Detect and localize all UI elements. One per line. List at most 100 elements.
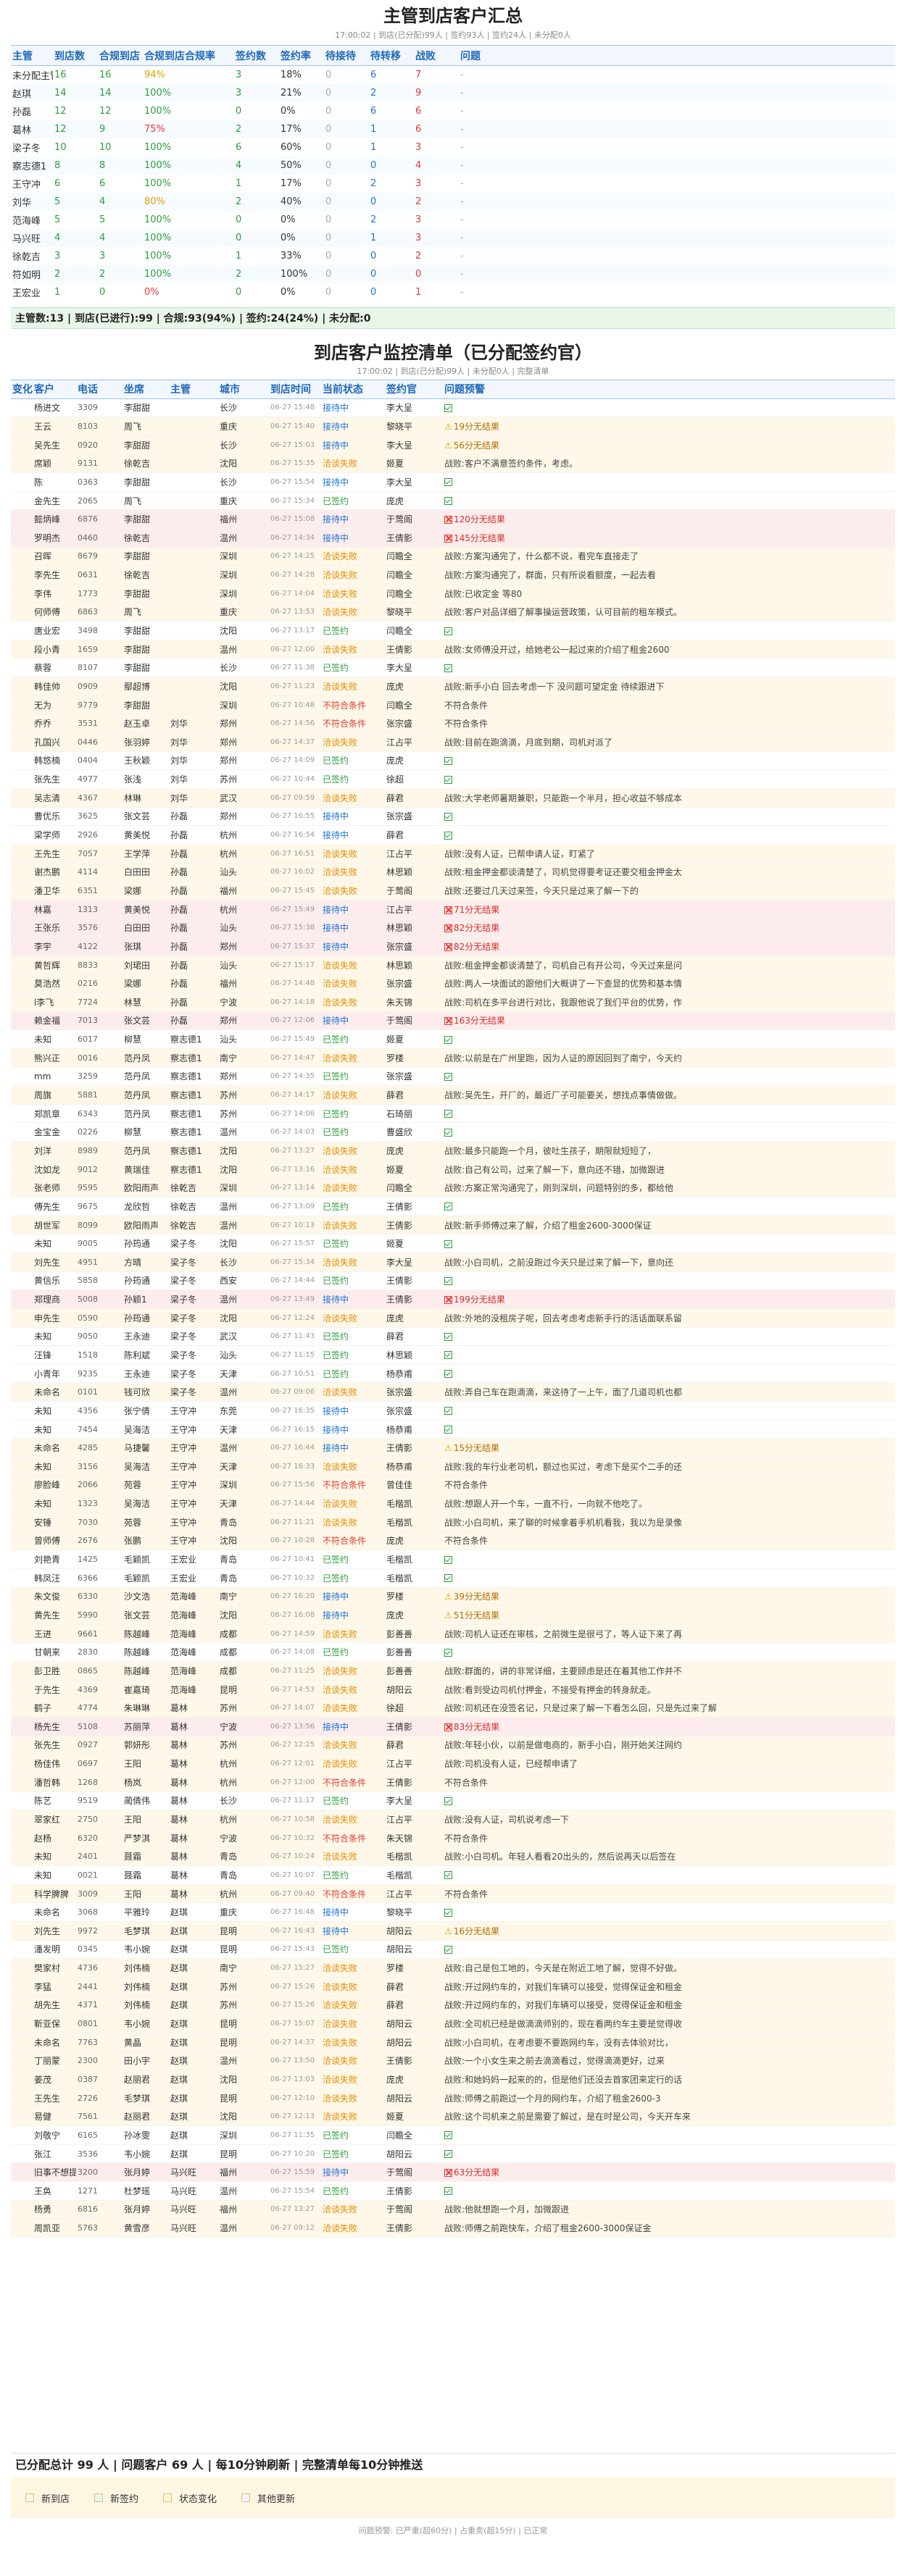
table-row: 未知 9050 王永迪 梁子冬 武汉 06-27 11:43 已签约 薛君 (11, 1327, 895, 1347)
monitor-cell: 王奂 (33, 2181, 76, 2201)
alert-text: 战败:年轻小伙，以前是做电商的，新手小白，刚开始关注网约 (444, 1740, 683, 1751)
monitor-cell: 陈越峰 (122, 1624, 169, 1644)
change-marker (11, 955, 33, 975)
ok-check-icon (444, 497, 452, 506)
monitor-cell: 昆明 (218, 1921, 269, 1941)
summary-cell: 0% (280, 214, 296, 225)
table-row: 未知 9005 孙筠通 梁子冬 沈阳 06-27 15:57 已签约 姬夏 (11, 1234, 895, 1253)
monitor-subtitle: 17:00:02 | 到店(已分配)99人 | 未分配0人 | 完整清单 (357, 366, 549, 376)
table-row: 梁学师 2926 黄美悦 孙磊 杭州 06-27 16:54 接待中 薛君 (11, 825, 895, 845)
monitor-cell (169, 417, 218, 436)
monitor-cell: 张月婷 (122, 2162, 169, 2182)
summary-cell: 10 (99, 141, 112, 153)
summary-cell: 察志德1 (11, 156, 53, 175)
change-marker (11, 974, 33, 993)
table-row: 莫浩然 0216 梁娜 孙磊 福州 06-27 14:48 洽谈失败 张宗盛 战败:两人一块面试… (11, 974, 895, 993)
table-row: 刘先生 4951 方晴 梁子冬 长沙 06-27 15:34 洽谈失败 李大呈 战败:小白司机，… (11, 1253, 895, 1272)
monitor-cell: 傅先生 (33, 1197, 76, 1216)
monitor-cell: 06-27 11:43 (269, 1327, 321, 1347)
monitor-cell: 陈 (33, 472, 76, 492)
monitor-cell: 孙磊 (169, 863, 218, 882)
monitor-cell: 沈阳 (218, 1234, 269, 1253)
monitor-cell: 2441 (76, 1977, 122, 1996)
monitor-cell: 9012 (76, 1160, 122, 1179)
monitor-cell: 战败:司机在多平台进行对比，我跟他说了我们平台的优势，作 (443, 992, 895, 1012)
table-row: 未命名 4285 马捷馨 王守冲 温州 06-27 16:44 接待中 王倩影 ⚠ 15分无结果 (11, 1438, 895, 1458)
monitor-cell: 已签约 (321, 658, 385, 678)
monitor-cell: 温州 (218, 1382, 269, 1402)
summary-cell: 赵琪 (11, 83, 53, 102)
monitor-cell: 战败:群面的，讲的非常详细，主要顾虑是还在着其他工作并不 (443, 1661, 895, 1681)
monitor-cell: 0016 (76, 1048, 122, 1068)
summary-cell: 8 (98, 156, 143, 175)
table-row: 金先生 2065 周飞 重庆 06-27 15:34 已签约 庞虎 (11, 491, 895, 511)
monitor-cell: 段小青 (33, 640, 76, 659)
monitor-cell: 战败:师傅之前跑过一个月的网约车，介绍了租金2600-3 (443, 2088, 895, 2108)
monitor-cell: 已签约 (321, 1104, 385, 1124)
monitor-cell: 06-27 14:04 (269, 584, 321, 603)
alert-text: 15分无结果 (453, 1443, 500, 1454)
monitor-cell: 闫瞻全 (385, 621, 443, 640)
monitor-cell: 未命名 (33, 1438, 76, 1458)
table-row: 罗明杰 0460 徐乾吉 温州 06-27 14:34 接待中 王倩影 145分无结果 (11, 528, 895, 548)
monitor-cell: 陈利斌 (122, 1345, 169, 1365)
monitor-cell: 苏州 (218, 1736, 269, 1755)
monitor-cell: 深圳 (218, 2125, 269, 2145)
monitor-cell: 毛梦琪 (122, 2088, 169, 2108)
monitor-cell: 张老师 (33, 1178, 76, 1198)
monitor-cell: 杨恭甫 (385, 1420, 443, 1439)
monitor-cell: 06-27 10:20 (269, 2144, 321, 2164)
table-row: 姜茂 0387 赵丽君 赵琪 沈阳 06-27 13:03 洽谈失败 庞虎 战败:和她妈妈一起来… (11, 2070, 895, 2089)
monitor-cell: 庞虎 (385, 1308, 443, 1328)
alert-text: 战败:全司机已经是做滴滴师别的，现在看两约车主要是觉得收 (444, 2019, 683, 2030)
monitor-cell: 深圳 (218, 1178, 269, 1198)
monitor-cell: 赵琪 (169, 1902, 218, 1923)
monitor-cell: 接待中 (321, 1605, 385, 1625)
monitor-cell: 06-27 12:00 (269, 640, 321, 659)
alert-text: 战败:目前在跑滴滴，月底到期，司机对派了 (444, 737, 613, 748)
summary-cell: 2 (415, 250, 422, 262)
alert-text: 82分无结果 (454, 941, 500, 952)
change-marker (11, 603, 33, 622)
summary-cell: 100% (144, 214, 172, 225)
summary-cell: 符如明 (11, 264, 53, 283)
monitor-cell: 南宁 (218, 1958, 269, 1978)
ok-check-icon (444, 1332, 452, 1341)
monitor-cell: 4977 (76, 769, 122, 789)
monitor-cell: 已签约 (321, 751, 385, 771)
summary-cell: 21% (279, 83, 324, 102)
monitor-cell: 温州 (218, 1438, 269, 1458)
monitor-cell: 葛林 (169, 1773, 218, 1792)
monitor-cell: 已签约 (321, 2181, 385, 2201)
alert-text: 战败:小白司机。年轻人看看20出头的，然后说再天以后签在 (444, 1852, 676, 1862)
monitor-cell (443, 1327, 895, 1347)
table-row: 刘先生 9972 毛梦琪 赵琪 昆明 06-27 16:43 接待中 胡阳云 ⚠ 16分无结果 (11, 1921, 895, 1941)
change-marker (11, 2088, 33, 2108)
monitor-cell: 闫瞻全 (385, 1178, 443, 1198)
monitor-cell: 张宗盛 (385, 1382, 443, 1402)
monitor-cell: 闫瞻全 (385, 2125, 443, 2145)
monitor-cell: 江占平 (385, 732, 443, 752)
change-marker (11, 528, 33, 548)
summary-cell: 16 (54, 69, 67, 80)
table-row: 未知 1323 吴海洁 王守冲 天津 06-27 14:44 洽谈失败 毛楷凯 战败:想跟人开一… (11, 1494, 895, 1513)
table-row: 傅先生 9675 龙欣哲 徐乾吉 温州 06-27 13:09 已签约 王倩影 (11, 1197, 895, 1216)
monitor-cell: 刘先生 (33, 1921, 76, 1941)
monitor-cell: 9779 (76, 695, 122, 715)
summary-cell: 2 (370, 214, 377, 225)
monitor-cell: 张文芸 (122, 1011, 169, 1031)
monitor-cell: 3259 (76, 1067, 122, 1087)
monitor-cell: 未知 (33, 1029, 76, 1049)
monitor-cell: 葛林 (169, 1865, 218, 1885)
legend-item: 其他更新 (241, 2491, 295, 2505)
monitor-cell: 不符合条件 (443, 1884, 895, 1904)
monitor-cell: 韦小婉 (122, 1940, 169, 1960)
monitor-cell: 王进 (33, 1624, 76, 1644)
monitor-cell: 毛楷凯 (385, 1494, 443, 1513)
monitor-cell: 重庆 (218, 491, 269, 511)
monitor-cell: 汕头 (218, 955, 269, 975)
monitor-cell: 张宗盛 (385, 974, 443, 993)
monitor-cell: 郑州 (218, 1067, 269, 1087)
table-row: 黄哲辉 8833 刘珺田 孙磊 汕头 06-27 15:17 洽谈失败 林思颖 战败:租金押金都… (11, 955, 895, 975)
summary-cell: 2 (234, 192, 279, 211)
